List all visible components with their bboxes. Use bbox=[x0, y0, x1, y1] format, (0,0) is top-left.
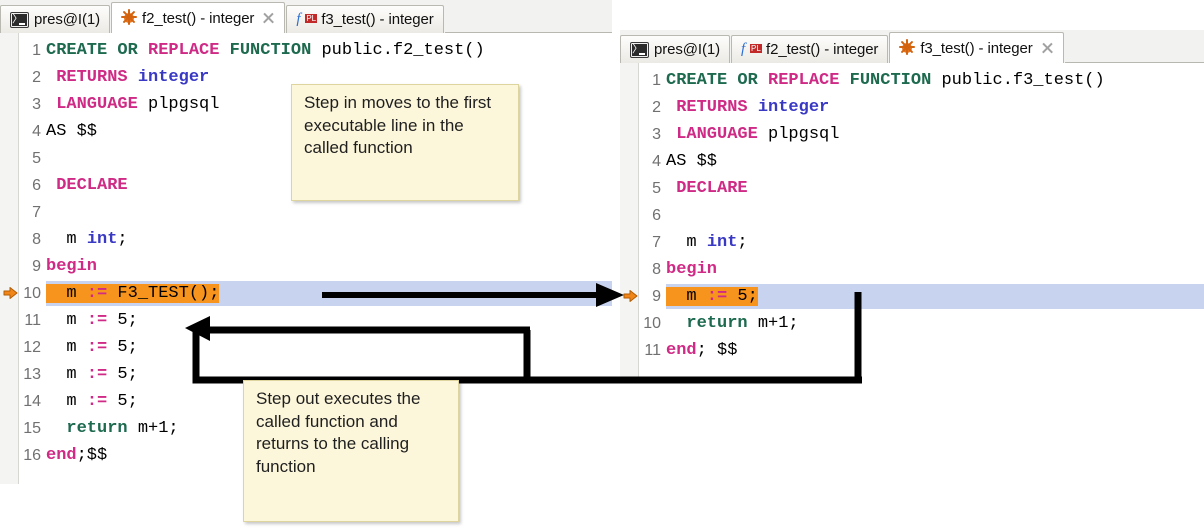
fpl-icon: f PL bbox=[296, 10, 318, 27]
code-text: end;$$ bbox=[46, 446, 108, 465]
line-number: 10 bbox=[643, 314, 661, 332]
left-code-line-1[interactable]: 1 CREATE OR REPLACE FUNCTION public.f2_te… bbox=[0, 37, 612, 64]
line-number: 5 bbox=[652, 179, 661, 197]
tab-label: f2_test() - integer bbox=[142, 9, 255, 27]
console-icon bbox=[630, 40, 649, 58]
line-number: 3 bbox=[652, 125, 661, 143]
code-text: LANGUAGE plpgsql bbox=[666, 125, 840, 144]
right-code-line-5[interactable]: 5 DECLARE bbox=[620, 175, 1204, 202]
right-editor-window: pres@I(1) fPLf2_test() - integer f3_test()… bbox=[620, 30, 1204, 382]
code-text: RETURNS integer bbox=[666, 98, 830, 117]
line-number: 3 bbox=[32, 95, 41, 113]
line-number: 11 bbox=[24, 311, 41, 329]
line-number: 8 bbox=[32, 230, 41, 248]
code-text: begin bbox=[46, 257, 98, 276]
code-text: begin bbox=[666, 260, 718, 279]
line-number: 6 bbox=[32, 176, 41, 194]
code-text: AS $$ bbox=[666, 152, 718, 171]
line-number: 2 bbox=[652, 98, 661, 116]
left-tab-2[interactable]: f2_test() - integer bbox=[111, 2, 286, 33]
code-text: m int; bbox=[46, 230, 128, 249]
tab-label: pres@I(1) bbox=[34, 11, 101, 28]
right-code-line-9[interactable]: 9 m := 5; bbox=[620, 283, 1204, 310]
left-code-line-10[interactable]: 10 m := F3_TEST(); bbox=[0, 280, 612, 307]
code-text: LANGUAGE plpgsql bbox=[46, 95, 220, 114]
left-code-line-12[interactable]: 12 m := 5; bbox=[0, 334, 612, 361]
line-number: 4 bbox=[32, 122, 41, 140]
line-number: 1 bbox=[652, 71, 661, 89]
right-code-editor[interactable]: 1 CREATE OR REPLACE FUNCTION public.f3_te… bbox=[620, 63, 1204, 382]
line-number: 14 bbox=[23, 392, 41, 410]
tab-label: f2_test() - integer bbox=[766, 41, 879, 58]
right-tab-bar: pres@I(1) fPLf2_test() - integer f3_test()… bbox=[620, 30, 1204, 64]
bug-icon bbox=[121, 9, 138, 26]
line-number: 7 bbox=[32, 203, 41, 221]
line-number: 12 bbox=[23, 338, 41, 356]
left-tab-3[interactable]: f PL f3_test() - integer bbox=[286, 5, 444, 33]
line-number: 2 bbox=[32, 68, 41, 86]
line-number: 1 bbox=[32, 41, 41, 59]
line-number: 7 bbox=[652, 233, 661, 251]
line-number: 5 bbox=[32, 149, 41, 167]
code-text: m := 5; bbox=[46, 392, 138, 411]
debug-step-marker-icon bbox=[623, 290, 638, 302]
code-text: return m+1; bbox=[686, 314, 799, 333]
line-number: 4 bbox=[652, 152, 661, 170]
code-text: return m+1; bbox=[66, 419, 179, 438]
code-text: m int; bbox=[666, 233, 748, 252]
callout-step-in: Step in moves to the first executable li… bbox=[291, 84, 519, 201]
line-number: 6 bbox=[652, 206, 661, 224]
callout-step-out-text: Step out executes the called function an… bbox=[256, 389, 421, 476]
right-code-line-3[interactable]: 3 LANGUAGE plpgsql bbox=[620, 121, 1204, 148]
left-tabbar-filler bbox=[444, 4, 612, 33]
right-code-line-6[interactable]: 6 bbox=[620, 202, 1204, 229]
tab-label: f3_test() - integer bbox=[920, 39, 1033, 57]
line-number: 15 bbox=[23, 419, 41, 437]
code-text: end; $$ bbox=[666, 341, 738, 360]
right-code-line-7[interactable]: 7 m int; bbox=[620, 229, 1204, 256]
right-tab-2[interactable]: f PL f2_test() - integer bbox=[731, 35, 889, 63]
code-text: CREATE OR REPLACE FUNCTION public.f2_tes… bbox=[46, 41, 485, 60]
line-number: 16 bbox=[23, 446, 41, 464]
code-text: m := 5; bbox=[46, 338, 138, 357]
code-text: AS $$ bbox=[46, 122, 98, 141]
close-icon[interactable] bbox=[262, 12, 275, 25]
line-number: 8 bbox=[652, 260, 661, 278]
close-icon[interactable] bbox=[1041, 42, 1054, 55]
left-tab-bar: pres@I(1) f2_test() - integer fPLf3_test()… bbox=[0, 0, 612, 34]
left-code-line-7[interactable]: 7 bbox=[0, 199, 612, 226]
callout-step-in-text: Step in moves to the first executable li… bbox=[304, 93, 492, 158]
code-text: m := 5; bbox=[46, 311, 138, 330]
code-text: m := 5; bbox=[46, 365, 138, 384]
debug-step-marker-icon bbox=[3, 287, 18, 299]
line-number: 13 bbox=[23, 365, 41, 383]
code-text: m := 5; bbox=[666, 287, 758, 306]
fpl-icon: f PL bbox=[741, 40, 762, 57]
right-code-line-1[interactable]: 1 CREATE OR REPLACE FUNCTION public.f3_te… bbox=[620, 67, 1204, 94]
left-tab-1[interactable]: pres@I(1) bbox=[0, 5, 111, 33]
right-tabbar-filler bbox=[1064, 34, 1204, 63]
code-text: RETURNS integer bbox=[46, 68, 210, 87]
code-text: DECLARE bbox=[666, 179, 748, 198]
line-number: 11 bbox=[644, 341, 661, 359]
console-icon bbox=[10, 10, 29, 28]
left-code-line-9[interactable]: 9 begin bbox=[0, 253, 612, 280]
bug-icon bbox=[899, 39, 916, 56]
code-text: CREATE OR REPLACE FUNCTION public.f3_tes… bbox=[666, 71, 1105, 90]
right-code-line-10[interactable]: 10 return m+1; bbox=[620, 310, 1204, 337]
right-code-line-2[interactable]: 2 RETURNS integer bbox=[620, 94, 1204, 121]
left-code-line-11[interactable]: 11 m := 5; bbox=[0, 307, 612, 334]
right-tab-3[interactable]: f3_test() - integer bbox=[889, 32, 1064, 63]
right-code-line-8[interactable]: 8 begin bbox=[620, 256, 1204, 283]
right-code-line-4[interactable]: 4 AS $$ bbox=[620, 148, 1204, 175]
tab-label: f3_test() - integer bbox=[321, 11, 434, 28]
right-code-line-11[interactable]: 11 end; $$ bbox=[620, 337, 1204, 364]
callout-step-out: Step out executes the called function an… bbox=[243, 380, 459, 522]
left-code-line-8[interactable]: 8 m int; bbox=[0, 226, 612, 253]
code-text: m := F3_TEST(); bbox=[46, 284, 220, 303]
tab-label: pres@I(1) bbox=[654, 41, 721, 58]
right-tab-1[interactable]: pres@I(1) bbox=[620, 35, 731, 63]
code-text: DECLARE bbox=[46, 176, 128, 195]
line-number: 9 bbox=[32, 257, 41, 275]
